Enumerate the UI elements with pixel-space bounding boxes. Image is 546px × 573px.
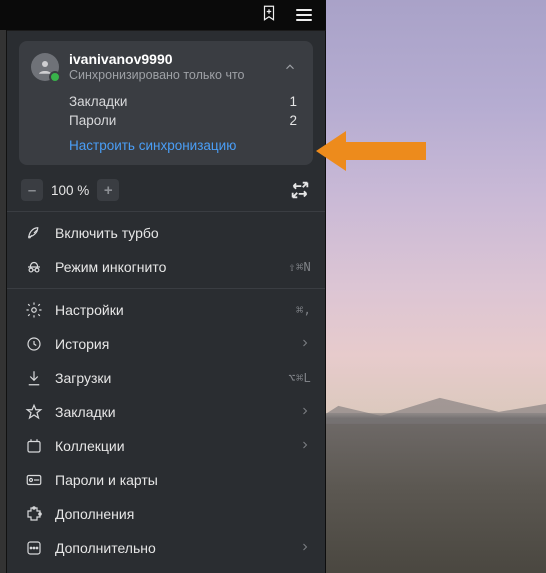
sidebar-sliver xyxy=(0,30,7,573)
menu-item-shortcut: ⌘, xyxy=(296,303,311,317)
incognito-icon xyxy=(25,258,43,276)
menu-item-label: Пароли и карты xyxy=(55,472,311,488)
menu-item-history[interactable]: История xyxy=(7,327,325,361)
menu-item-label: Закладки xyxy=(55,404,287,420)
sync-row-bookmarks[interactable]: Закладки 1 xyxy=(69,92,297,111)
menu-item-settings[interactable]: Настройки ⌘, xyxy=(7,293,325,327)
main-menu-panel: ivanivanov9990 Синхронизировано только ч… xyxy=(7,30,326,573)
zoom-out-button[interactable]: – xyxy=(21,179,43,201)
puzzle-icon xyxy=(25,505,43,523)
menu-item-label: Коллекции xyxy=(55,438,287,454)
chevron-right-icon xyxy=(299,438,311,454)
chevron-right-icon xyxy=(299,336,311,352)
zoom-in-button[interactable]: + xyxy=(97,179,119,201)
sync-header[interactable]: ivanivanov9990 Синхронизировано только ч… xyxy=(31,51,301,82)
download-icon xyxy=(25,369,43,387)
chevron-right-icon xyxy=(299,404,311,420)
menu-item-label: Включить турбо xyxy=(55,225,311,241)
sync-row-count: 2 xyxy=(289,113,297,128)
menu-item-label: Дополнительно xyxy=(55,540,287,556)
configure-sync-link[interactable]: Настроить синхронизацию xyxy=(69,138,301,153)
history-icon xyxy=(25,335,43,353)
browser-top-bar xyxy=(0,0,326,30)
avatar xyxy=(31,53,59,81)
sync-status-text: Синхронизировано только что xyxy=(69,68,269,82)
menu-item-collections[interactable]: Коллекции xyxy=(7,429,325,463)
menu-item-downloads[interactable]: Загрузки ⌥⌘L xyxy=(7,361,325,395)
menu-item-label: История xyxy=(55,336,287,352)
sync-row-count: 1 xyxy=(289,94,297,109)
menu-item-more[interactable]: Дополнительно xyxy=(7,531,325,565)
fullscreen-button[interactable] xyxy=(289,179,311,201)
star-icon xyxy=(25,403,43,421)
menu-item-addons[interactable]: Дополнения xyxy=(7,497,325,531)
menu-item-shortcut: ⌥⌘L xyxy=(288,371,311,385)
main-menu-button[interactable] xyxy=(296,9,312,21)
sync-card: ivanivanov9990 Синхронизировано только ч… xyxy=(19,41,313,165)
zoom-value: 100 % xyxy=(49,183,91,198)
menu-item-label: Дополнения xyxy=(55,506,311,522)
menu-item-passwords[interactable]: Пароли и карты xyxy=(7,463,325,497)
zoom-row: – 100 % + xyxy=(7,175,325,207)
divider xyxy=(7,288,325,289)
sync-row-passwords[interactable]: Пароли 2 xyxy=(69,111,297,130)
divider xyxy=(7,211,325,212)
menu-item-label: Режим инкогнито xyxy=(55,259,276,275)
gear-icon xyxy=(25,301,43,319)
menu-item-incognito[interactable]: Режим инкогнито ⇧⌘N xyxy=(7,250,325,284)
menu-item-turbo[interactable]: Включить турбо xyxy=(7,216,325,250)
bookmark-add-icon[interactable] xyxy=(260,4,278,27)
sync-username: ivanivanov9990 xyxy=(69,51,269,67)
sync-row-label: Закладки xyxy=(69,94,127,109)
menu-item-label: Загрузки xyxy=(55,370,276,386)
key-card-icon xyxy=(25,471,43,489)
menu-item-label: Настройки xyxy=(55,302,284,318)
collections-icon xyxy=(25,437,43,455)
sync-status-badge-icon xyxy=(49,71,61,83)
chevron-right-icon xyxy=(299,540,311,556)
menu-item-shortcut: ⇧⌘N xyxy=(288,260,311,274)
more-icon xyxy=(25,539,43,557)
rocket-icon xyxy=(25,224,43,242)
chevron-up-icon[interactable] xyxy=(279,56,301,78)
menu-item-bookmarks[interactable]: Закладки xyxy=(7,395,325,429)
sync-row-label: Пароли xyxy=(69,113,116,128)
